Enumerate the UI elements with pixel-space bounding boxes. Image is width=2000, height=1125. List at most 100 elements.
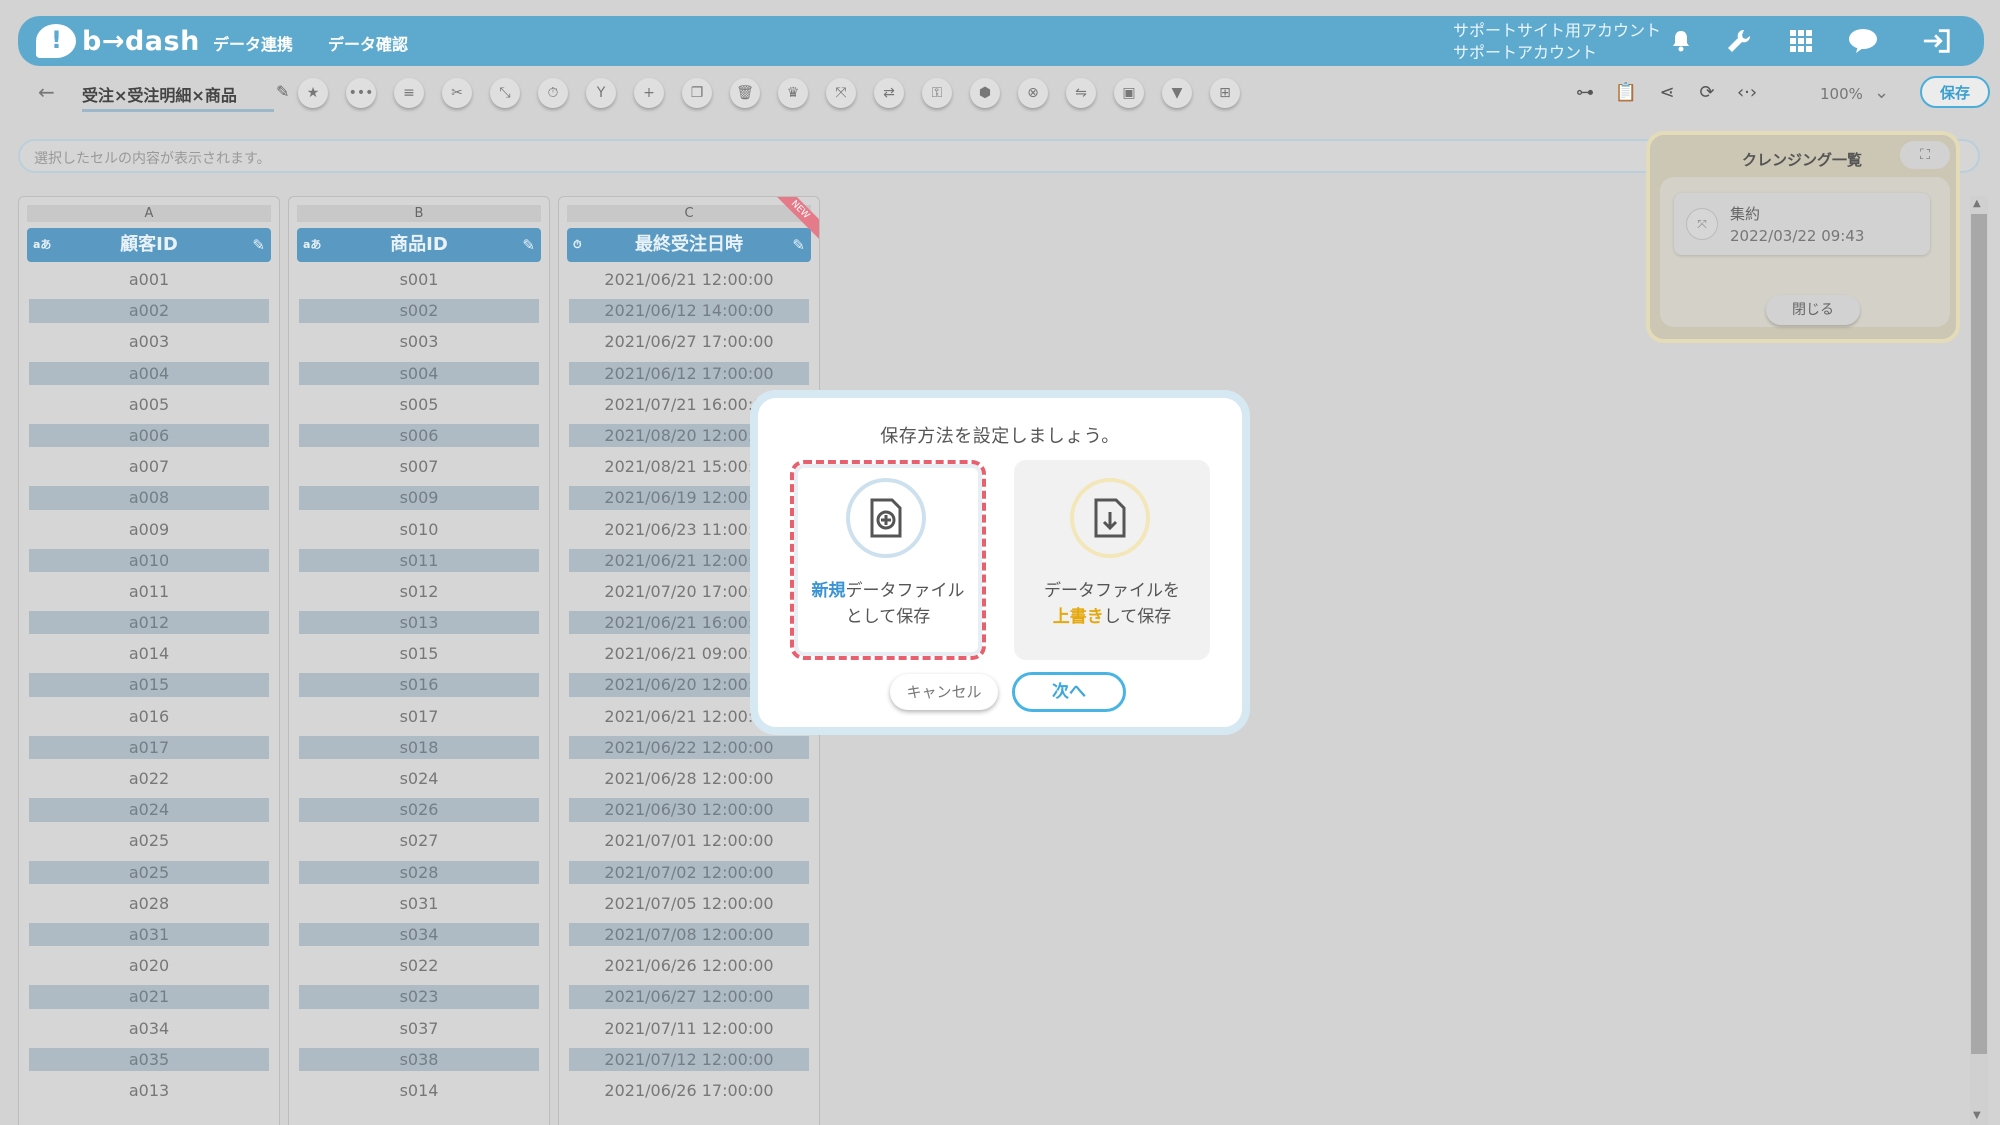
cleansing-item[interactable]: ⤧ 集約 2022/03/22 09:43: [1674, 193, 1930, 255]
column-letter[interactable]: C: [567, 205, 811, 222]
table-cell[interactable]: s016: [299, 673, 539, 697]
lock-icon[interactable]: ⚿: [922, 78, 952, 108]
next-button[interactable]: 次へ: [1012, 672, 1126, 712]
table-cell[interactable]: s013: [299, 611, 539, 635]
table-cell[interactable]: 2021/06/12 17:00:00: [569, 361, 809, 385]
table-cell[interactable]: s002: [299, 299, 539, 323]
wrench-icon[interactable]: [1724, 26, 1754, 56]
table-cell[interactable]: a010: [29, 548, 269, 573]
table-cell[interactable]: 2021/06/26 12:00:00: [569, 954, 809, 977]
add-icon[interactable]: +: [634, 78, 664, 108]
share-icon[interactable]: ⋖: [1654, 82, 1680, 108]
scroll-down-icon[interactable]: ▼: [1973, 1110, 1981, 1121]
table-cell[interactable]: s005: [299, 393, 539, 416]
filter-icon[interactable]: ▼: [1162, 78, 1192, 108]
table-cell[interactable]: s017: [299, 705, 539, 728]
table-cell[interactable]: s010: [299, 518, 539, 541]
table-cell[interactable]: a022: [29, 767, 269, 790]
table-cell[interactable]: 2021/06/22 12:00:00: [569, 735, 809, 760]
save-as-new-option[interactable]: 新規データファイル として保存: [790, 460, 986, 660]
expand-icon[interactable]: ⛶: [1900, 141, 1950, 169]
flow-icon[interactable]: ⊶: [1572, 82, 1598, 108]
table-cell[interactable]: a015: [29, 673, 269, 697]
code-icon[interactable]: ‹·›: [1734, 82, 1760, 108]
table-cell[interactable]: s003: [299, 330, 539, 353]
table-cell[interactable]: a007: [29, 455, 269, 478]
table-cell[interactable]: a014: [29, 642, 269, 665]
table-cell[interactable]: s011: [299, 548, 539, 573]
vertical-scrollbar[interactable]: ▲ ▼: [1970, 196, 1988, 1125]
delete-icon[interactable]: 🗑: [730, 78, 760, 108]
table-cell[interactable]: a008: [29, 486, 269, 510]
column-header[interactable]: aあ 顧客ID ✎: [27, 228, 271, 262]
table-cell[interactable]: s007: [299, 455, 539, 478]
shrink-icon[interactable]: ⤡: [490, 78, 520, 108]
table-cell[interactable]: s006: [299, 423, 539, 448]
rename-pencil-icon[interactable]: ✎: [276, 82, 289, 101]
table-cell[interactable]: a003: [29, 330, 269, 353]
apps-grid-icon[interactable]: [1786, 26, 1816, 56]
save-button[interactable]: 保存: [1920, 76, 1990, 108]
table-cell[interactable]: a013: [29, 1079, 269, 1102]
table-cell[interactable]: s012: [299, 580, 539, 603]
table-cell[interactable]: 2021/07/02 12:00:00: [569, 860, 809, 884]
aggregate-icon[interactable]: ⤧: [826, 78, 856, 108]
scroll-up-icon[interactable]: ▲: [1973, 198, 1981, 209]
tools-icon[interactable]: ✂: [442, 78, 472, 108]
table-cell[interactable]: a005: [29, 393, 269, 416]
table-cell[interactable]: a025: [29, 860, 269, 884]
column-letter[interactable]: B: [297, 205, 541, 222]
table-cell[interactable]: 2021/07/05 12:00:00: [569, 892, 809, 915]
overwrite-option[interactable]: データファイルを 上書きして保存: [1014, 460, 1210, 660]
table-cell[interactable]: 2021/06/28 12:00:00: [569, 767, 809, 790]
column-letter[interactable]: A: [27, 205, 271, 222]
zoom-select[interactable]: 100% ⌄: [1790, 82, 1890, 108]
refresh-doc-icon[interactable]: ⟳: [1694, 82, 1720, 108]
bag-icon[interactable]: ⬢: [970, 78, 1000, 108]
table-cell[interactable]: 2021/06/30 12:00:00: [569, 798, 809, 822]
table-cell[interactable]: a001: [29, 268, 269, 291]
table-cell[interactable]: s009: [299, 486, 539, 510]
table-cell[interactable]: s026: [299, 798, 539, 822]
close-button[interactable]: 閉じる: [1766, 295, 1860, 325]
table-cell[interactable]: 2021/06/26 17:00:00: [569, 1079, 809, 1102]
star-icon[interactable]: ★: [298, 78, 328, 108]
table-cell[interactable]: a020: [29, 954, 269, 977]
back-arrow-icon[interactable]: ←: [38, 80, 55, 104]
table-cell[interactable]: 2021/06/12 14:00:00: [569, 299, 809, 323]
column-header[interactable]: ⏱ 最終受注日時 ✎: [567, 228, 811, 262]
table-cell[interactable]: 2021/07/01 12:00:00: [569, 829, 809, 852]
convert-icon[interactable]: ⇄: [874, 78, 904, 108]
table-cell[interactable]: s038: [299, 1047, 539, 1072]
table-cell[interactable]: a002: [29, 299, 269, 323]
file-name[interactable]: 受注×受注明細×商品: [82, 82, 274, 112]
pivot-icon[interactable]: ⊞: [1210, 78, 1240, 108]
table-cell[interactable]: s018: [299, 735, 539, 760]
table-cell[interactable]: a034: [29, 1017, 269, 1040]
table-cell[interactable]: a016: [29, 705, 269, 728]
timer-icon[interactable]: ⏱: [538, 78, 568, 108]
table-cell[interactable]: a017: [29, 735, 269, 760]
table-cell[interactable]: a035: [29, 1047, 269, 1072]
table-cell[interactable]: a028: [29, 892, 269, 915]
table-cell[interactable]: s004: [299, 361, 539, 385]
edit-pencil-icon[interactable]: ✎: [522, 228, 535, 262]
edit-pencil-icon[interactable]: ✎: [252, 228, 265, 262]
crown-icon[interactable]: ♛: [778, 78, 808, 108]
table-cell[interactable]: a012: [29, 611, 269, 635]
table-cell[interactable]: s014: [299, 1079, 539, 1102]
table-cell[interactable]: 2021/07/11 12:00:00: [569, 1017, 809, 1040]
table-cell[interactable]: s028: [299, 860, 539, 884]
table-cell[interactable]: a011: [29, 580, 269, 603]
table-cell[interactable]: 2021/06/27 17:00:00: [569, 330, 809, 353]
table-cell[interactable]: 2021/07/12 12:00:00: [569, 1047, 809, 1072]
copy-icon[interactable]: ❐: [682, 78, 712, 108]
bell-icon[interactable]: [1666, 26, 1696, 56]
table-cell[interactable]: s015: [299, 642, 539, 665]
table-cell[interactable]: 2021/06/27 12:00:00: [569, 985, 809, 1009]
swap-icon[interactable]: ⇋: [1066, 78, 1096, 108]
table-cell[interactable]: 2021/07/08 12:00:00: [569, 922, 809, 947]
more-icon[interactable]: •••: [346, 78, 376, 108]
table-cell[interactable]: s027: [299, 829, 539, 852]
table-cell[interactable]: a021: [29, 985, 269, 1009]
